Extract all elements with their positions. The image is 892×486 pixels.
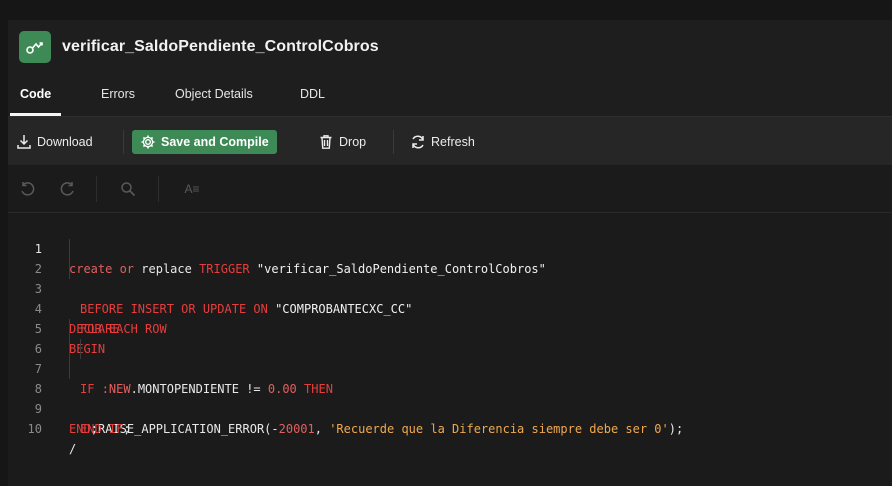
code-line: 7 RAISE_APPLICATION_ERROR(-20001, 'Recue…: [8, 339, 892, 436]
tab-bar: Code Errors Object Details DDL: [8, 74, 892, 117]
drop-label: Drop: [339, 135, 367, 149]
tab-errors[interactable]: Errors: [101, 74, 135, 116]
indent-guide: [80, 339, 81, 359]
refresh-label: Refresh: [431, 135, 475, 149]
object-title: verificar_SaldoPendiente_ControlCobros: [62, 38, 379, 55]
code-line: 2 BEFORE INSERT OR UPDATE ON "COMPROBANT…: [8, 239, 892, 316]
code-line: 5 BEGIN: [8, 299, 892, 356]
code-text: END;: [69, 422, 98, 436]
object-toolbar: Download Save and Compile Drop Refresh: [8, 117, 892, 166]
code-line: 3 FOR EACH ROW: [8, 259, 892, 336]
indent-guide: [69, 359, 70, 379]
refresh-icon: [412, 135, 424, 149]
tab-code[interactable]: Code: [9, 74, 62, 116]
code-text: /: [69, 442, 77, 456]
code-line: 6 IF :NEW.MONTOPENDIENTE != 0.00 THEN: [8, 319, 892, 396]
redo-icon[interactable]: [57, 177, 79, 201]
indent-guide: [69, 319, 70, 339]
save-and-compile-label: Save and Compile: [161, 135, 269, 149]
editor-toolbar: A≡: [8, 166, 892, 213]
toolbar-divider: [96, 176, 97, 202]
toolbar-divider: [158, 176, 159, 202]
refresh-button[interactable]: Refresh: [410, 130, 475, 154]
code-line: 1 create or replace TRIGGER "verificar_S…: [8, 219, 892, 276]
indent-guide: [69, 339, 70, 359]
indent-guide: [69, 259, 70, 279]
download-button[interactable]: Download: [16, 130, 93, 154]
code-editor[interactable]: 1 create or replace TRIGGER "verificar_S…: [8, 213, 892, 486]
gear-icon: [141, 135, 155, 149]
object-header: verificar_SaldoPendiente_ControlCobros: [8, 20, 892, 74]
code-editor-window: verificar_SaldoPendiente_ControlCobros C…: [0, 0, 892, 486]
tab-ddl[interactable]: DDL: [300, 74, 325, 116]
tab-object-details[interactable]: Object Details: [175, 74, 253, 116]
toolbar-divider: [393, 130, 394, 154]
toolbar-divider: [123, 130, 124, 154]
trash-icon: [320, 135, 332, 149]
code-line: 10 /: [8, 399, 892, 456]
indent-guide: [69, 239, 70, 259]
download-icon: [17, 135, 31, 149]
search-icon[interactable]: [117, 177, 139, 201]
line-number: 10: [27, 422, 42, 436]
code-line: 8 END IF;: [8, 359, 892, 436]
trigger-icon: [19, 31, 51, 63]
undo-icon[interactable]: [16, 177, 38, 201]
drop-button[interactable]: Drop: [318, 130, 366, 154]
download-label: Download: [37, 135, 93, 149]
save-and-compile-button[interactable]: Save and Compile: [132, 130, 277, 154]
code-text: RAISE_APPLICATION_ERROR(-20001, 'Recuerd…: [98, 422, 684, 436]
code-line: 4 DECLARE: [8, 279, 892, 336]
format-icon[interactable]: A≡: [178, 177, 206, 201]
code-line: 9 END;: [8, 379, 892, 436]
